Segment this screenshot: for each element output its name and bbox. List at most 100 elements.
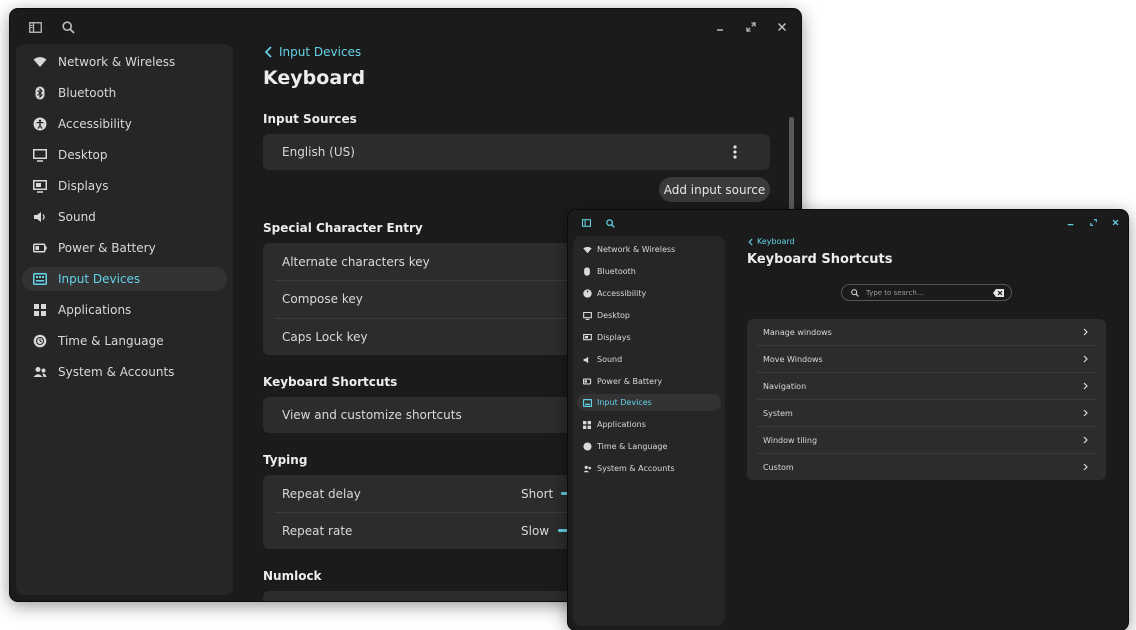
sidebar-item-network[interactable]: Network & Wireless xyxy=(577,241,721,258)
grid-icon xyxy=(577,420,597,429)
sidebar-item-label: Desktop xyxy=(597,311,630,320)
sidebar-toggle-icon xyxy=(28,21,42,33)
row-label: Move Windows xyxy=(763,354,823,364)
sidebar-toggle-button[interactable] xyxy=(579,216,593,230)
list-item[interactable]: System xyxy=(747,400,1106,426)
scrollbar-thumb[interactable] xyxy=(789,117,794,213)
sidebar-item-time-language[interactable]: Time & Language xyxy=(577,438,721,455)
section-heading: Special Character Entry xyxy=(263,221,423,235)
search-button[interactable] xyxy=(603,216,617,230)
sidebar-toggle-button[interactable] xyxy=(27,19,43,35)
sidebar-item-label: System & Accounts xyxy=(597,464,675,473)
clear-icon[interactable] xyxy=(993,289,1004,297)
row-label: Manage windows xyxy=(763,327,832,337)
section-heading: Input Sources xyxy=(263,112,357,126)
list-item[interactable]: Move Windows xyxy=(747,346,1106,372)
row-label: System xyxy=(763,408,793,418)
sidebar-item-displays[interactable]: Displays xyxy=(577,329,721,346)
breadcrumb-back[interactable]: Input Devices xyxy=(264,44,361,60)
sidebar-item-applications[interactable]: Applications xyxy=(577,416,721,433)
wifi-icon xyxy=(22,56,58,68)
sidebar-item-bluetooth[interactable]: Bluetooth xyxy=(577,263,721,280)
input-source-label: English (US) xyxy=(282,145,355,159)
sidebar-item-input-devices[interactable]: Input Devices xyxy=(22,267,227,291)
search-icon xyxy=(61,20,75,34)
list-item[interactable]: Window tiling xyxy=(747,427,1106,453)
close-button[interactable] xyxy=(1109,216,1121,228)
sidebar-item-input-devices[interactable]: Input Devices xyxy=(577,394,721,411)
speaker-icon xyxy=(577,356,597,364)
search-field[interactable]: Type to search... xyxy=(841,284,1012,301)
maximize-icon xyxy=(746,22,756,32)
sidebar-item-applications[interactable]: Applications xyxy=(22,298,227,322)
accessibility-icon xyxy=(577,289,597,298)
row-label: Window tiling xyxy=(763,435,818,445)
sidebar-item-desktop[interactable]: Desktop xyxy=(577,307,721,324)
sidebar-item-time-language[interactable]: Time & Language xyxy=(22,329,227,353)
row-label: Caps Lock key xyxy=(282,329,368,344)
add-input-source-button[interactable]: Add input source xyxy=(659,177,770,202)
breadcrumb-label: Input Devices xyxy=(279,45,362,59)
row-label: View and customize shortcuts xyxy=(282,408,462,422)
users-icon xyxy=(22,366,58,378)
chevron-right-icon xyxy=(1083,328,1088,336)
globe-icon xyxy=(577,442,597,451)
sidebar-item-power[interactable]: Power & Battery xyxy=(577,373,721,390)
sidebar-item-accessibility[interactable]: Accessibility xyxy=(577,285,721,302)
minimize-icon xyxy=(717,29,723,31)
list-item[interactable]: Custom xyxy=(747,454,1106,480)
bluetooth-icon xyxy=(577,267,597,276)
sidebar: Network & Wireless Bluetooth Accessibili… xyxy=(573,236,725,626)
sidebar-item-label: Bluetooth xyxy=(597,267,636,276)
sidebar-item-label: Bluetooth xyxy=(58,86,117,100)
close-button[interactable] xyxy=(775,20,789,34)
sidebar-item-accessibility[interactable]: Accessibility xyxy=(22,112,227,136)
list-item[interactable]: Manage windows xyxy=(747,319,1106,345)
close-icon xyxy=(777,22,787,32)
sidebar: Network & Wireless Bluetooth Accessibili… xyxy=(16,44,233,595)
shortcut-categories-card: Manage windows Move Windows Navigation S… xyxy=(747,319,1106,480)
keyboard-shortcuts-window: Network & Wireless Bluetooth Accessibili… xyxy=(568,210,1128,630)
grid-icon xyxy=(22,304,58,316)
sidebar-item-system-accounts[interactable]: System & Accounts xyxy=(22,360,227,384)
slider-min-label: Slow xyxy=(521,523,550,538)
maximize-button[interactable] xyxy=(1087,216,1099,228)
sidebar-item-desktop[interactable]: Desktop xyxy=(22,143,227,167)
close-icon xyxy=(1112,219,1118,225)
minimize-button[interactable] xyxy=(713,20,727,34)
chevron-right-icon xyxy=(1083,436,1088,444)
sidebar-item-system-accounts[interactable]: System & Accounts xyxy=(577,460,721,477)
input-source-row[interactable]: English (US) xyxy=(263,134,770,170)
minimize-icon xyxy=(1067,223,1073,225)
row-label: Compose key xyxy=(282,292,363,306)
minimize-button[interactable] xyxy=(1064,216,1076,228)
sidebar-item-sound[interactable]: Sound xyxy=(22,205,227,229)
bluetooth-icon xyxy=(22,86,58,100)
sidebar-item-label: Applications xyxy=(597,420,646,429)
sidebar-item-label: Applications xyxy=(58,303,132,317)
more-options-button[interactable] xyxy=(729,144,741,160)
sidebar-item-network[interactable]: Network & Wireless xyxy=(22,50,227,74)
sidebar-item-label: Accessibility xyxy=(58,117,132,131)
displays-icon xyxy=(577,333,597,342)
section-heading: Typing xyxy=(263,453,308,467)
sidebar-item-label: Accessibility xyxy=(597,289,647,298)
list-item[interactable]: Navigation xyxy=(747,373,1106,399)
sidebar-item-label: Network & Wireless xyxy=(58,55,176,69)
sidebar-item-label: Displays xyxy=(597,333,631,342)
desktop-icon xyxy=(22,148,58,162)
battery-icon xyxy=(22,243,58,253)
sidebar-item-bluetooth[interactable]: Bluetooth xyxy=(22,81,227,105)
page-title: Keyboard Shortcuts xyxy=(747,252,893,267)
keyboard-icon xyxy=(577,398,597,407)
sidebar-item-displays[interactable]: Displays xyxy=(22,174,227,198)
sidebar-item-sound[interactable]: Sound xyxy=(577,351,721,368)
maximize-button[interactable] xyxy=(744,20,758,34)
breadcrumb-back[interactable]: Keyboard xyxy=(748,236,795,247)
vertical-dots-icon xyxy=(733,145,737,159)
section-heading: Keyboard Shortcuts xyxy=(263,375,398,389)
accessibility-icon xyxy=(22,117,58,131)
search-button[interactable] xyxy=(60,19,76,35)
sidebar-item-label: Power & Battery xyxy=(597,377,663,386)
sidebar-item-power[interactable]: Power & Battery xyxy=(22,236,227,260)
